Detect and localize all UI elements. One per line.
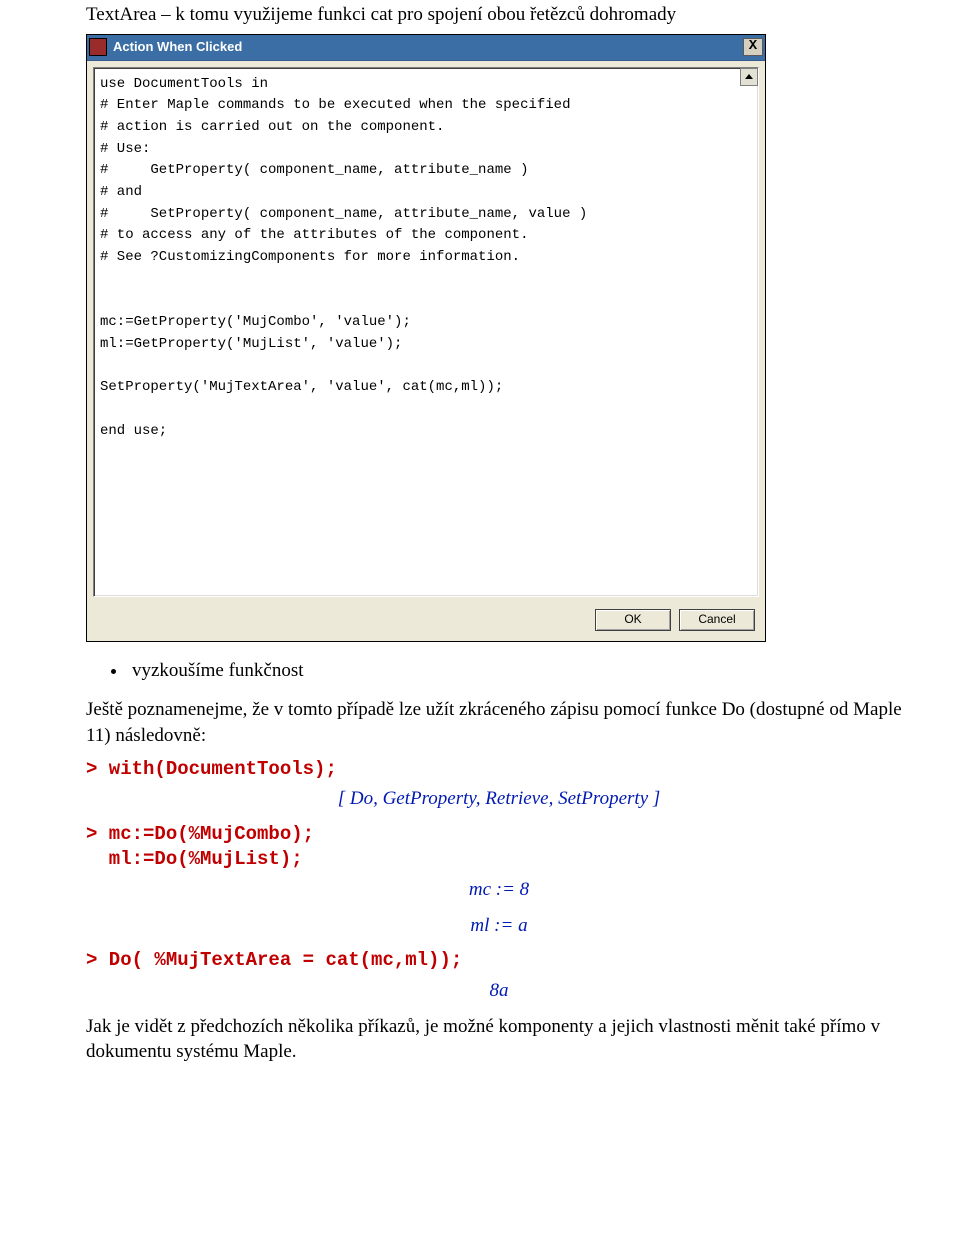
maple-output-3: 8a <box>86 978 912 1004</box>
maple-output-1: [ Do, GetProperty, Retrieve, SetProperty… <box>86 786 912 812</box>
ok-button[interactable]: OK <box>595 609 671 631</box>
maple-input-2: > mc:=Do(%MujCombo); ml:=Do(%MujList); <box>86 822 912 873</box>
maple-input-3: > Do( %MujTextArea = cat(mc,ml)); <box>86 948 912 974</box>
action-dialog: Action When Clicked X use DocumentTools … <box>86 34 766 642</box>
code-textarea[interactable]: use DocumentTools in # Enter Maple comma… <box>93 67 759 597</box>
intro-text: TextArea – k tomu využijeme funkci cat p… <box>86 2 912 28</box>
dialog-body: use DocumentTools in # Enter Maple comma… <box>87 61 765 603</box>
bullet-list: vyzkoušíme funkčnost <box>86 658 912 684</box>
dialog-title: Action When Clicked <box>113 38 743 56</box>
maple-output-2b: ml := a <box>86 913 912 939</box>
app-icon <box>89 38 107 56</box>
list-item: vyzkoušíme funkčnost <box>128 658 912 684</box>
dialog-titlebar: Action When Clicked X <box>87 35 765 61</box>
code-content: use DocumentTools in # Enter Maple comma… <box>100 74 752 443</box>
paragraph-mid: Ještě poznamenejme, že v tomto případě l… <box>86 697 912 748</box>
maple-input-1: > with(DocumentTools); <box>86 757 912 783</box>
scroll-up-icon[interactable] <box>740 68 758 86</box>
cancel-button[interactable]: Cancel <box>679 609 755 631</box>
close-icon[interactable]: X <box>743 38 763 56</box>
dialog-footer: OK Cancel <box>87 603 765 641</box>
maple-output-2a: mc := 8 <box>86 877 912 903</box>
paragraph-end: Jak je vidět z předchozích několika přík… <box>86 1014 912 1065</box>
